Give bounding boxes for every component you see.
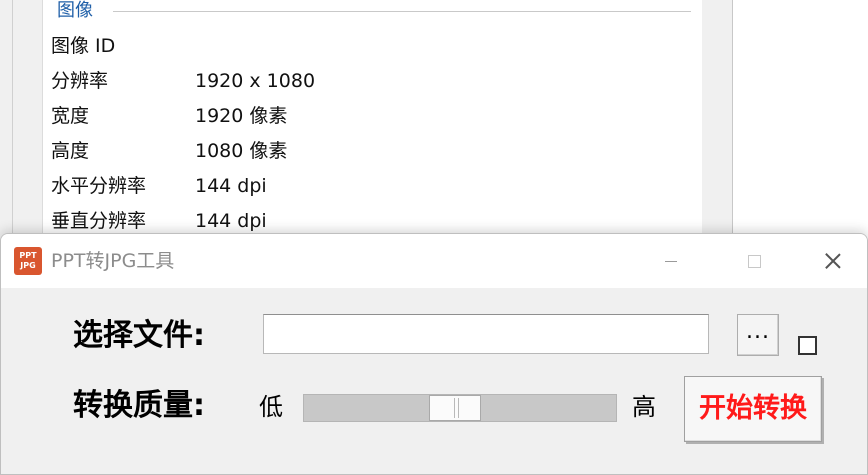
property-row-image-id: 图像 ID	[51, 31, 671, 61]
property-row-width: 宽度 1920 像素	[51, 101, 671, 131]
select-file-label: 选择文件:	[73, 318, 205, 353]
quality-slider-thumb[interactable]	[428, 395, 481, 421]
title-bar[interactable]: PPT JPG PPT转JPG工具	[1, 234, 867, 288]
window-title: PPT转JPG工具	[51, 250, 175, 272]
property-name: 高度	[51, 140, 90, 162]
property-value: 144 dpi	[195, 210, 267, 232]
background-properties-window: 图像 图像 ID 分辨率 1920 x 1080 宽度 1920 像素 高度 1…	[0, 0, 868, 240]
quality-high-label: 高	[632, 393, 656, 421]
property-value: 1080 像素	[195, 140, 288, 162]
property-name: 宽度	[51, 105, 90, 127]
minimize-button[interactable]	[651, 242, 691, 280]
property-row-resolution: 分辨率 1920 x 1080	[51, 66, 671, 96]
properties-panel: 图像 图像 ID 分辨率 1920 x 1080 宽度 1920 像素 高度 1…	[42, 0, 704, 240]
browse-button[interactable]: ...	[737, 314, 779, 356]
property-name: 垂直分辨率	[51, 210, 147, 232]
start-convert-button[interactable]: 开始转换	[684, 376, 822, 442]
close-icon	[825, 253, 841, 269]
close-button[interactable]	[813, 242, 853, 280]
file-path-input[interactable]	[263, 314, 709, 354]
group-title: 图像	[57, 0, 97, 22]
maximize-icon	[747, 254, 761, 268]
image-group-header: 图像	[57, 0, 691, 22]
group-separator	[113, 11, 691, 12]
property-value: 1920 像素	[195, 105, 288, 127]
app-icon-text-top: PPT	[19, 251, 37, 260]
property-row-vertical-resolution: 垂直分辨率 144 dpi	[51, 206, 671, 236]
property-value: 144 dpi	[195, 175, 267, 197]
property-name: 水平分辨率	[51, 175, 147, 197]
app-icon: PPT JPG	[14, 247, 42, 275]
minimize-icon	[665, 260, 677, 262]
panel-scroll-column	[702, 0, 733, 240]
right-empty-area	[733, 0, 868, 240]
ppt-to-jpg-dialog: PPT JPG PPT转JPG工具 选择文件: ... 转换质量: 低 高 开始…	[0, 233, 868, 475]
property-row-horizontal-resolution: 水平分辨率 144 dpi	[51, 171, 671, 201]
left-divider	[12, 0, 13, 240]
property-name: 图像 ID	[51, 35, 116, 57]
property-value: 1920 x 1080	[195, 70, 316, 92]
option-checkbox[interactable]	[798, 336, 817, 355]
app-icon-text-bottom: JPG	[20, 261, 36, 270]
quality-low-label: 低	[259, 393, 283, 421]
maximize-button[interactable]	[734, 242, 774, 280]
quality-label: 转换质量:	[73, 388, 205, 423]
property-row-height: 高度 1080 像素	[51, 136, 671, 166]
property-name: 分辨率	[51, 70, 109, 92]
